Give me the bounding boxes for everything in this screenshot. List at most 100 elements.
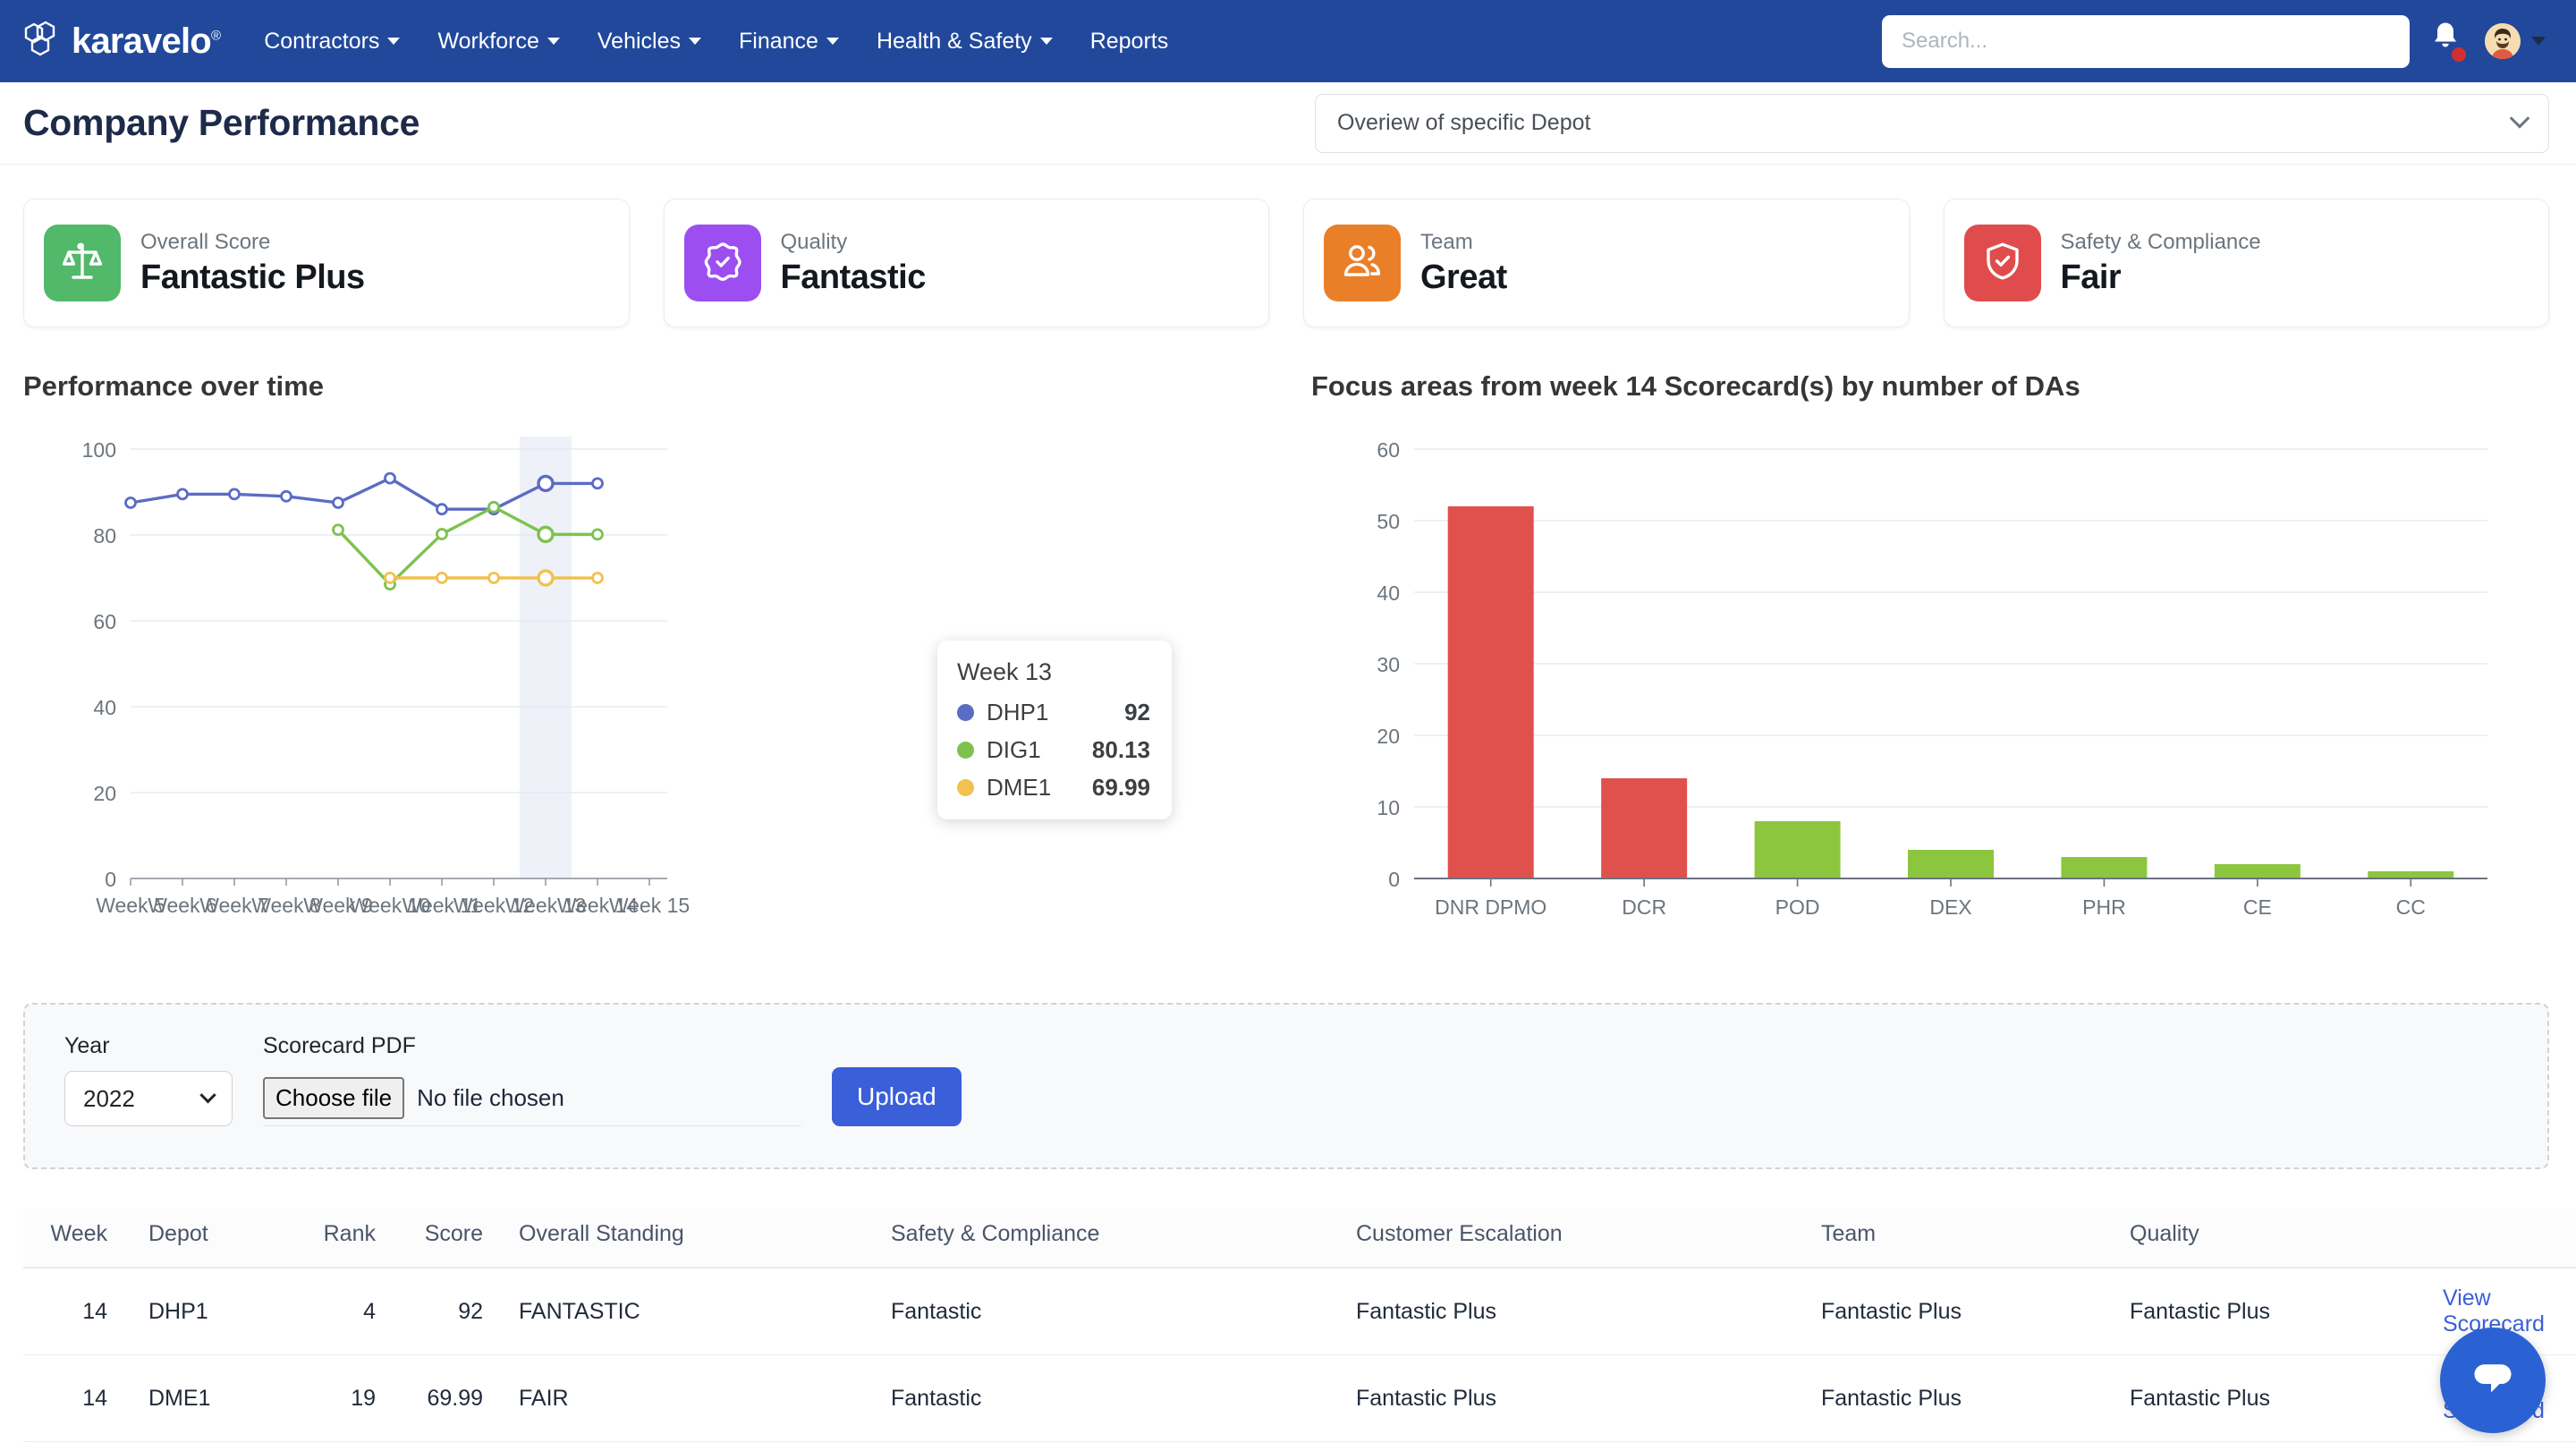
svg-text:DCR: DCR	[1622, 895, 1666, 919]
search-input[interactable]	[1882, 15, 2410, 68]
depot-overview-select[interactable]: Overiew of specific Depot	[1315, 94, 2549, 153]
svg-text:100: 100	[82, 438, 116, 462]
kpi-value: Great	[1420, 259, 1507, 297]
nav-item-vehicles[interactable]: Vehicles	[579, 20, 720, 64]
svg-text:40: 40	[1377, 581, 1400, 605]
cell-rank: 4	[301, 1268, 399, 1355]
notification-badge-dot	[2450, 46, 2468, 64]
chevron-down-icon	[387, 38, 400, 45]
svg-text:50: 50	[1377, 510, 1400, 533]
cell-rank: 19	[301, 1355, 399, 1442]
cell-safety-compliance: Fantastic	[891, 1268, 1356, 1355]
brand-name: karavelo®	[72, 21, 220, 62]
cell-safety-compliance: Fantastic	[891, 1355, 1356, 1442]
svg-text:PHR: PHR	[2082, 895, 2126, 919]
cell-team: Fantastic Plus	[1821, 1355, 2130, 1442]
nav-label: Vehicles	[597, 29, 681, 55]
nav-label: Contractors	[264, 29, 379, 55]
th-quality[interactable]: Quality	[2130, 1209, 2443, 1268]
series-color-dot	[957, 779, 974, 796]
svg-text:CE: CE	[2243, 895, 2272, 919]
choose-file-button[interactable]: Choose file	[263, 1077, 404, 1119]
kpi-value: Fantastic	[781, 259, 926, 297]
people-icon	[1341, 240, 1384, 287]
notifications-button[interactable]	[2429, 20, 2465, 63]
nav-label: Finance	[739, 29, 818, 55]
th-rank[interactable]: Rank	[301, 1209, 399, 1268]
hexagon-logo-icon	[23, 21, 64, 63]
svg-text:CC: CC	[2396, 895, 2426, 919]
tooltip-series-value: 92	[1124, 699, 1150, 726]
page-header: Company Performance Overiew of specific …	[0, 82, 2576, 165]
chat-widget-button[interactable]	[2440, 1328, 2546, 1433]
nav-item-finance[interactable]: Finance	[720, 20, 858, 64]
avatar	[2485, 23, 2521, 59]
svg-text:20: 20	[93, 782, 116, 805]
table-row[interactable]: 14 DHP1 4 92 FANTASTIC Fantastic Fantast…	[23, 1268, 2576, 1355]
th-team[interactable]: Team	[1821, 1209, 2130, 1268]
cell-overall-standing: FAIR	[506, 1355, 891, 1442]
registered-mark: ®	[211, 28, 220, 43]
nav-links: Contractors Workforce Vehicles Finance H…	[245, 20, 1187, 64]
kpi-label: Team	[1420, 230, 1507, 255]
focus-areas-chart: Focus areas from week 14 Scorecard(s) by…	[1311, 370, 2501, 956]
bar-chart-title: Focus areas from week 14 Scorecard(s) by…	[1311, 370, 2501, 403]
table-row[interactable]: 14 DME1 19 69.99 FAIR Fantastic Fantasti…	[23, 1355, 2576, 1442]
svg-text:10: 10	[1377, 796, 1400, 819]
kpi-text: Overall Score Fantastic Plus	[140, 230, 365, 297]
cell-score: 92	[399, 1268, 506, 1355]
svg-text:60: 60	[1377, 438, 1400, 462]
th-depot[interactable]: Depot	[131, 1209, 301, 1268]
kpi-label: Safety & Compliance	[2061, 230, 2261, 255]
bar-chart-svg: 0102030405060DNR DPMODCRPODDEXPHRCECC	[1311, 433, 2501, 952]
tooltip-series-value: 69.99	[1092, 774, 1150, 802]
kpi-card-quality: Quality Fantastic	[664, 199, 1270, 327]
kpi-text: Safety & Compliance Fair	[2061, 230, 2261, 297]
nav-item-reports[interactable]: Reports	[1072, 20, 1188, 64]
year-select[interactable]: 2022	[64, 1071, 233, 1126]
upload-button[interactable]: Upload	[832, 1067, 962, 1126]
tooltip-row: DIG1 80.13	[957, 736, 1150, 764]
chevron-down-icon	[1040, 38, 1053, 45]
cell-week: 14	[23, 1268, 131, 1355]
chevron-down-icon	[199, 1087, 216, 1103]
table-head: Week Depot Rank Score Overall Standing S…	[23, 1209, 2576, 1268]
nav-label: Workforce	[437, 29, 538, 55]
kpi-card-team: Team Great	[1303, 199, 1910, 327]
th-customer-escalation[interactable]: Customer Escalation	[1356, 1209, 1821, 1268]
chevron-down-icon	[826, 38, 839, 45]
nav-item-workforce[interactable]: Workforce	[419, 20, 578, 64]
nav-label: Health & Safety	[877, 29, 1032, 55]
nav-item-contractors[interactable]: Contractors	[245, 20, 419, 64]
cell-score: 69.99	[399, 1355, 506, 1442]
svg-text:Week 15: Week 15	[609, 894, 690, 917]
cell-overall-standing: FANTASTIC	[506, 1268, 891, 1355]
series-color-dot	[957, 704, 974, 721]
th-score[interactable]: Score	[399, 1209, 506, 1268]
line-chart-title: Performance over time	[23, 370, 1213, 403]
kpi-icon-box	[1324, 225, 1401, 301]
th-week[interactable]: Week	[23, 1209, 131, 1268]
brand-logo[interactable]: karavelo®	[23, 21, 220, 63]
svg-text:60: 60	[93, 610, 116, 633]
nav-item-health-safety[interactable]: Health & Safety	[858, 20, 1072, 64]
year-value: 2022	[83, 1085, 135, 1113]
tooltip-series-value: 80.13	[1092, 736, 1150, 764]
th-overall-standing[interactable]: Overall Standing	[506, 1209, 891, 1268]
kpi-text: Quality Fantastic	[781, 230, 926, 297]
tooltip-series-label: DHP1	[987, 699, 1048, 726]
svg-text:40: 40	[93, 696, 116, 719]
tooltip-series-label: DME1	[987, 774, 1051, 802]
scales-icon	[61, 240, 104, 287]
chevron-down-icon	[547, 38, 560, 45]
svg-text:DNR DPMO: DNR DPMO	[1435, 895, 1546, 919]
user-menu[interactable]	[2485, 23, 2546, 59]
file-input-row[interactable]: Choose file No file chosen	[263, 1071, 801, 1126]
year-field: Year 2022	[64, 1033, 233, 1126]
kpi-icon-box	[684, 225, 761, 301]
th-safety-compliance[interactable]: Safety & Compliance	[891, 1209, 1356, 1268]
svg-text:0: 0	[1388, 868, 1400, 891]
chevron-down-icon	[2531, 37, 2546, 46]
series-color-dot	[957, 742, 974, 759]
chat-bubble-icon	[2467, 1353, 2519, 1409]
